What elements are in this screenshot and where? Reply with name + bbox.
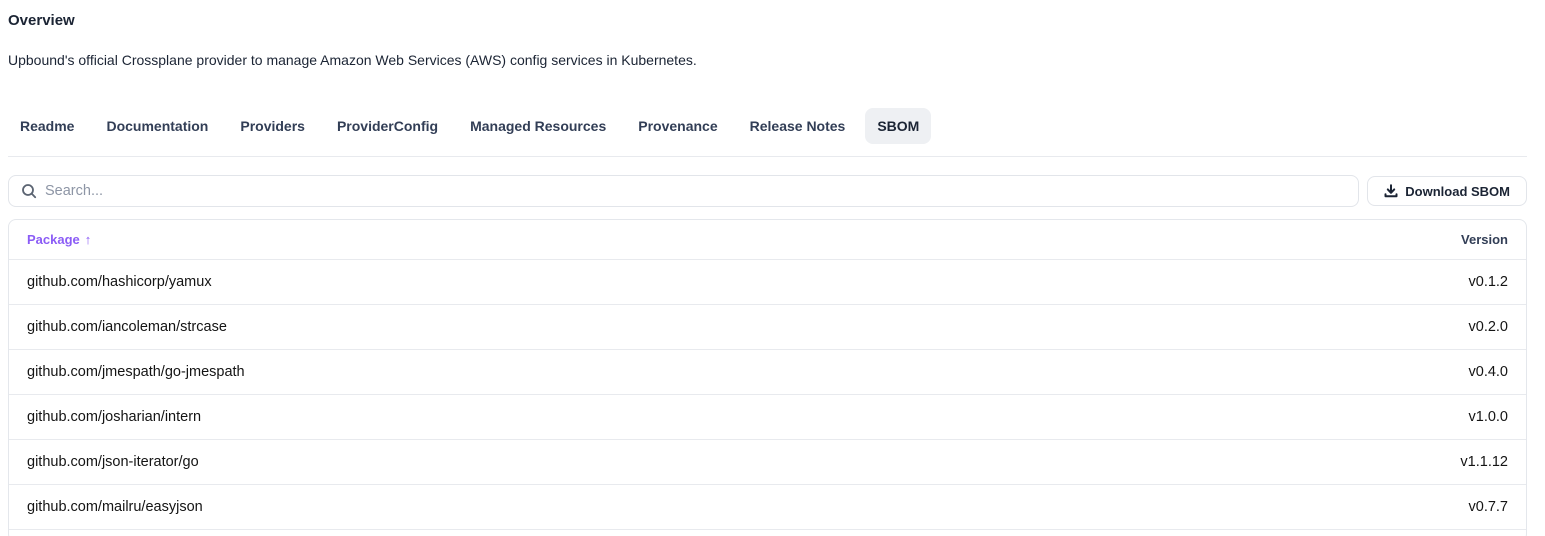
table-row[interactable]: github.com/jmespath/go-jmespath v0.4.0	[9, 349, 1526, 394]
download-sbom-label: Download SBOM	[1405, 184, 1510, 199]
tab-providers[interactable]: Providers	[228, 108, 317, 144]
sbom-page: Overview Upbound's official Crossplane p…	[0, 12, 1527, 536]
tab-documentation[interactable]: Documentation	[94, 108, 220, 144]
table-header-row: Package ↑ Version	[9, 220, 1526, 259]
package-cell: github.com/json-iterator/go	[27, 454, 199, 470]
table-row[interactable]: github.com/mailru/easyjson v0.7.7	[9, 484, 1526, 529]
package-column-label: Package	[27, 232, 80, 247]
package-cell: github.com/josharian/intern	[27, 409, 201, 425]
download-sbom-button[interactable]: Download SBOM	[1367, 176, 1527, 206]
tab-sbom[interactable]: SBOM	[865, 108, 931, 144]
package-cell: github.com/hashicorp/yamux	[27, 274, 212, 290]
version-cell: v0.1.2	[1469, 274, 1509, 290]
tab-provenance[interactable]: Provenance	[626, 108, 729, 144]
package-cell: github.com/jmespath/go-jmespath	[27, 364, 245, 380]
page-title: Overview	[8, 12, 1527, 30]
tab-divider	[8, 156, 1527, 157]
version-cell: v1.0.0	[1469, 409, 1509, 425]
sort-ascending-icon: ↑	[85, 232, 92, 247]
table-row-partial	[9, 529, 1526, 536]
sbom-toolbar: Download SBOM	[8, 175, 1527, 207]
table-row[interactable]: github.com/hashicorp/yamux v0.1.2	[9, 259, 1526, 304]
table-row[interactable]: github.com/json-iterator/go v1.1.12	[9, 439, 1526, 484]
version-cell: v0.2.0	[1469, 319, 1509, 335]
table-row[interactable]: github.com/iancoleman/strcase v0.2.0	[9, 304, 1526, 349]
version-cell: v1.1.12	[1460, 454, 1508, 470]
version-cell: v0.4.0	[1469, 364, 1509, 380]
sbom-table: Package ↑ Version github.com/hashicorp/y…	[8, 219, 1527, 536]
tab-release-notes[interactable]: Release Notes	[738, 108, 858, 144]
search-input[interactable]	[45, 183, 1346, 199]
column-header-package[interactable]: Package ↑	[27, 232, 91, 247]
package-description: Upbound's official Crossplane provider t…	[8, 52, 1527, 69]
column-header-version[interactable]: Version	[1461, 232, 1508, 247]
tab-managed-resources[interactable]: Managed Resources	[458, 108, 618, 144]
table-row[interactable]: github.com/josharian/intern v1.0.0	[9, 394, 1526, 439]
package-cell: github.com/mailru/easyjson	[27, 499, 203, 515]
search-box[interactable]	[8, 175, 1359, 207]
tab-providerconfig[interactable]: ProviderConfig	[325, 108, 450, 144]
tab-readme[interactable]: Readme	[8, 108, 86, 144]
tab-bar: Readme Documentation Providers ProviderC…	[8, 108, 1527, 144]
package-cell: github.com/iancoleman/strcase	[27, 319, 227, 335]
search-icon	[21, 183, 37, 199]
version-cell: v0.7.7	[1469, 499, 1509, 515]
download-icon	[1384, 184, 1398, 198]
